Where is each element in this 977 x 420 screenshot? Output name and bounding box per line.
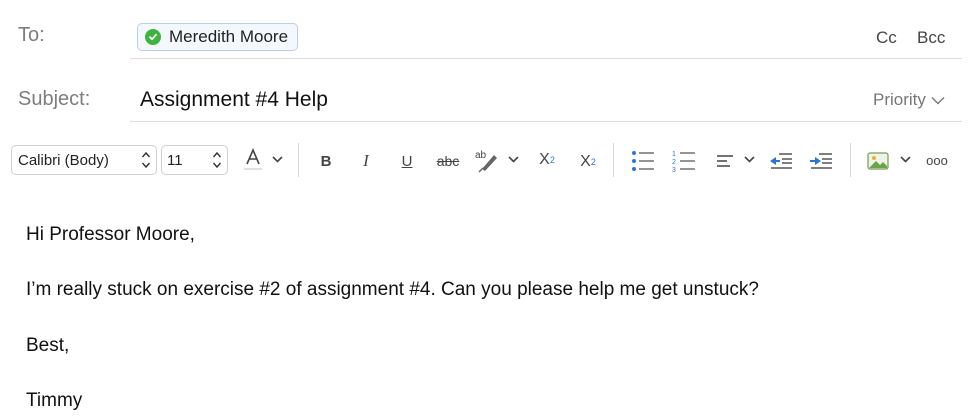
subscript-mark: 2 bbox=[590, 157, 596, 167]
font-color-menu-button[interactable] bbox=[270, 152, 284, 166]
cc-button[interactable]: Cc bbox=[876, 28, 897, 48]
svg-text:3: 3 bbox=[672, 167, 676, 172]
decrease-indent-button[interactable] bbox=[768, 150, 794, 172]
subject-field[interactable]: Assignment #4 Help bbox=[140, 88, 328, 112]
verified-check-icon bbox=[145, 29, 161, 45]
bold-button[interactable]: B bbox=[316, 150, 336, 172]
superscript-base: X bbox=[539, 151, 550, 168]
highlight-menu-button[interactable] bbox=[506, 152, 520, 166]
bcc-button[interactable]: Bcc bbox=[917, 28, 945, 48]
font-color-icon bbox=[244, 147, 262, 170]
more-options-button[interactable]: ooo bbox=[922, 150, 952, 170]
highlight-button[interactable]: ab bbox=[474, 146, 500, 174]
underline-button[interactable]: U bbox=[397, 150, 417, 172]
to-divider bbox=[130, 58, 962, 59]
toolbar-separator bbox=[298, 143, 299, 177]
priority-label: Priority bbox=[873, 90, 926, 109]
strikethrough-button[interactable]: abc bbox=[433, 150, 463, 172]
stepper-icon bbox=[212, 151, 222, 169]
superscript-button[interactable]: X2 bbox=[534, 148, 560, 172]
increase-indent-icon bbox=[810, 153, 832, 169]
chevron-down-icon bbox=[743, 155, 755, 163]
superscript-mark: 2 bbox=[549, 155, 555, 165]
recipient-chip[interactable]: Meredith Moore bbox=[137, 23, 299, 51]
chevron-down-icon bbox=[507, 155, 519, 163]
svg-text:ab: ab bbox=[475, 150, 487, 161]
numbered-list-icon: 1 2 3 bbox=[672, 151, 695, 172]
subject-label: Subject: bbox=[18, 88, 91, 110]
insert-picture-button[interactable] bbox=[866, 149, 890, 173]
numbered-list-button[interactable]: 1 2 3 bbox=[671, 148, 697, 174]
increase-indent-button[interactable] bbox=[808, 150, 834, 172]
align-left-icon bbox=[717, 155, 733, 167]
to-label: To: bbox=[18, 24, 45, 46]
bulleted-list-icon bbox=[632, 151, 654, 171]
insert-picture-menu-button[interactable] bbox=[898, 152, 912, 166]
message-paragraph[interactable]: I’m really stuck on exercise #2 of assig… bbox=[26, 279, 759, 301]
stepper-icon bbox=[141, 151, 151, 169]
highlighter-icon: ab bbox=[475, 150, 497, 173]
svg-text:2: 2 bbox=[672, 159, 676, 166]
subscript-button[interactable]: X2 bbox=[575, 150, 601, 174]
chevron-down-icon bbox=[271, 155, 283, 163]
message-signature[interactable]: Timmy bbox=[26, 390, 82, 412]
font-size-value: 11 bbox=[167, 151, 183, 169]
font-color-button[interactable] bbox=[240, 146, 266, 174]
svg-text:1: 1 bbox=[672, 151, 676, 158]
subject-divider bbox=[130, 121, 962, 122]
font-name-select[interactable]: Calibri (Body) bbox=[11, 145, 157, 175]
message-greeting[interactable]: Hi Professor Moore, bbox=[26, 224, 195, 246]
italic-button[interactable]: I bbox=[356, 150, 376, 172]
align-menu-button[interactable] bbox=[742, 152, 756, 166]
message-closing[interactable]: Best, bbox=[26, 335, 69, 357]
priority-dropdown[interactable]: Priority bbox=[873, 90, 945, 110]
insert-picture-icon bbox=[867, 152, 889, 170]
chevron-down-icon bbox=[899, 155, 911, 163]
decrease-indent-icon bbox=[770, 153, 792, 169]
subscript-base: X bbox=[580, 153, 591, 170]
font-name-value: Calibri (Body) bbox=[18, 151, 109, 169]
font-size-select[interactable]: 11 bbox=[161, 145, 228, 175]
toolbar-separator bbox=[850, 143, 851, 177]
align-button[interactable] bbox=[714, 151, 736, 171]
toolbar-separator bbox=[613, 143, 614, 177]
recipient-name: Meredith Moore bbox=[169, 27, 289, 46]
chevron-down-icon bbox=[931, 96, 945, 104]
bulleted-list-button[interactable] bbox=[630, 148, 656, 174]
